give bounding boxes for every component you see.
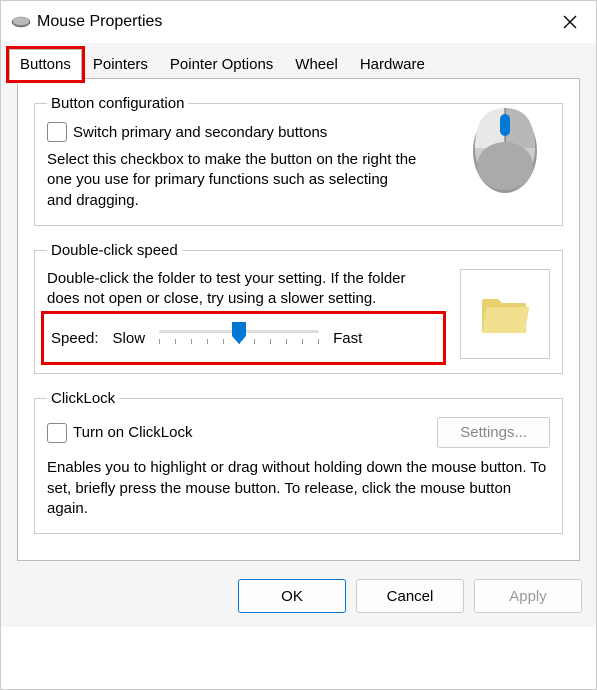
- clicklock-checkbox-label: Turn on ClickLock: [73, 424, 193, 441]
- tabbar-area: Buttons Pointers Pointer Options Wheel H…: [1, 43, 596, 569]
- mouse-image: [460, 96, 550, 196]
- footer-buttons: OK Cancel Apply: [1, 569, 596, 627]
- cancel-button[interactable]: Cancel: [356, 579, 464, 613]
- tab-hardware[interactable]: Hardware: [349, 49, 436, 79]
- clicklock-description: Enables you to highlight or drag without…: [47, 458, 550, 519]
- clicklock-legend: ClickLock: [47, 390, 119, 407]
- tab-wheel[interactable]: Wheel: [284, 49, 349, 79]
- clicklock-checkbox[interactable]: [47, 423, 67, 443]
- mouse-icon: [11, 15, 31, 29]
- doubleclick-speed-group: Double-click speed Double-click the fold…: [34, 242, 563, 375]
- button-configuration-legend: Button configuration: [47, 95, 188, 112]
- apply-button: Apply: [474, 579, 582, 613]
- switch-buttons-checkbox[interactable]: [47, 122, 67, 142]
- tab-content-buttons: Button configuration Switch primary and …: [18, 79, 579, 560]
- slow-label: Slow: [113, 330, 146, 347]
- switch-buttons-label: Switch primary and secondary buttons: [73, 124, 327, 141]
- tab-panel: Button configuration Switch primary and …: [17, 78, 580, 561]
- speed-slider-row: Speed: Slow Fast: [47, 317, 440, 359]
- window-title: Mouse Properties: [37, 13, 550, 31]
- clicklock-group: ClickLock Turn on ClickLock Settings... …: [34, 390, 563, 534]
- tab-pointers[interactable]: Pointers: [82, 49, 159, 79]
- mouse-properties-window: Mouse Properties Buttons Pointers Pointe…: [0, 0, 597, 690]
- fast-label: Fast: [333, 330, 362, 347]
- button-configuration-group: Button configuration Switch primary and …: [34, 95, 563, 226]
- folder-icon: [480, 293, 530, 335]
- speed-label: Speed:: [51, 330, 99, 347]
- tab-buttons[interactable]: Buttons: [9, 49, 82, 80]
- doubleclick-test-folder[interactable]: [460, 269, 550, 359]
- titlebar: Mouse Properties: [1, 1, 596, 43]
- doubleclick-speed-legend: Double-click speed: [47, 242, 182, 259]
- tab-pointer-options[interactable]: Pointer Options: [159, 49, 284, 79]
- close-icon: [562, 14, 578, 30]
- tabbar: Buttons Pointers Pointer Options Wheel H…: [9, 49, 588, 79]
- ok-button[interactable]: OK: [238, 579, 346, 613]
- slider-thumb[interactable]: [232, 322, 246, 344]
- speed-slider[interactable]: [159, 323, 319, 353]
- doubleclick-description: Double-click the folder to test your set…: [47, 269, 440, 310]
- clicklock-settings-button: Settings...: [437, 417, 550, 448]
- close-button[interactable]: [550, 7, 590, 37]
- switch-buttons-description: Select this checkbox to make the button …: [47, 150, 417, 211]
